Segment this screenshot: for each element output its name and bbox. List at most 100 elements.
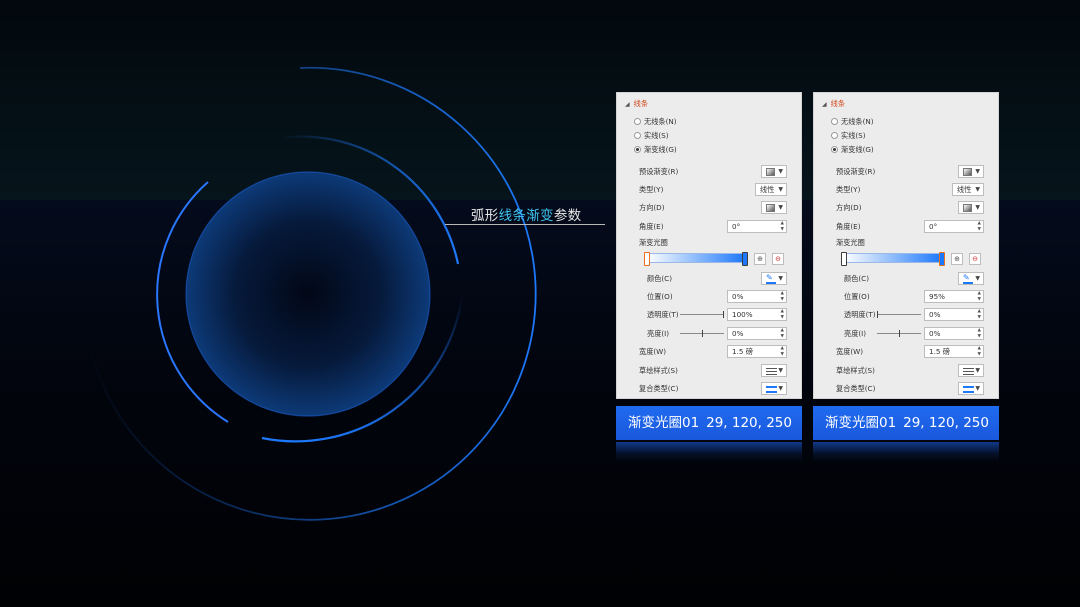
position-spinner[interactable]: 95% ▲ ▼ (924, 290, 984, 303)
spinner-arrows-icon[interactable]: ▲ ▼ (781, 309, 784, 320)
width-row: 宽度(W) 1.5 磅 ▲ ▼ (814, 345, 998, 359)
preset-gradient-dropdown[interactable]: ▼ (958, 165, 984, 178)
chevron-down-icon: ▼ (778, 275, 783, 282)
compound-line-icon (766, 391, 777, 393)
color-tag-1: 渐变光圈01 29, 120, 250 (616, 406, 802, 440)
compound-type-dropdown[interactable]: ▼ (761, 382, 787, 395)
remove-stop-icon[interactable]: ⊖ (772, 253, 784, 265)
direction-swatch-icon (766, 204, 775, 212)
chevron-down-icon: ▼ (778, 168, 783, 175)
brightness-spinner[interactable]: 0% ▲ ▼ (727, 327, 787, 340)
position-row: 位置(O) 95% ▲ ▼ (814, 290, 998, 304)
gradient-stops-bar[interactable] (841, 252, 945, 266)
direction-swatch-icon (963, 204, 972, 212)
chevron-down-icon: ▼ (975, 186, 980, 193)
type-row: 类型(Y) 线性 ▼ (617, 183, 801, 197)
brightness-slider[interactable] (877, 330, 921, 337)
spinner-arrows-icon[interactable]: ▲ ▼ (781, 291, 784, 302)
radio-button[interactable] (634, 118, 641, 125)
chevron-down-icon: ▼ (778, 385, 783, 392)
radio-solid-line[interactable]: 实线(S) (617, 129, 801, 143)
color-tag-2: 渐变光圈01 29, 120, 250 (813, 406, 999, 440)
color-picker-button[interactable]: ✎ ▼ (761, 272, 787, 285)
preset-gradient-dropdown[interactable]: ▼ (761, 165, 787, 178)
direction-dropdown[interactable]: ▼ (958, 201, 984, 214)
collapse-triangle-icon[interactable]: ◢ (822, 101, 827, 108)
radio-gradient-line[interactable]: 渐变线(G) (814, 143, 998, 157)
section-header-line[interactable]: ◢ 线条 (625, 99, 648, 109)
compound-type-row: 复合类型(C) ▼ (814, 382, 998, 396)
gradient-stops-label-row: 渐变光圈 (836, 238, 865, 247)
compound-type-dropdown[interactable]: ▼ (958, 382, 984, 395)
sketch-style-dropdown[interactable]: ▼ (958, 364, 984, 377)
gradient-stop-left[interactable] (841, 252, 847, 266)
chevron-down-icon: ▼ (975, 385, 980, 392)
compound-line-icon (963, 391, 974, 393)
radio-button-selected[interactable] (831, 146, 838, 153)
transparency-spinner[interactable]: 0% ▲ ▼ (924, 308, 984, 321)
add-stop-icon[interactable]: ⊕ (754, 253, 766, 265)
radio-gradient-line[interactable]: 渐变线(G) (617, 143, 801, 157)
chevron-down-icon: ▼ (778, 367, 783, 374)
spinner-arrows-icon[interactable]: ▲ ▼ (781, 221, 784, 232)
preset-gradient-row: 预设渐变(R) ▼ (617, 165, 801, 179)
direction-row: 方向(D) ▼ (814, 201, 998, 215)
gradient-stops-bar[interactable] (644, 252, 748, 266)
color-picker-button[interactable]: ✎ ▼ (958, 272, 984, 285)
gradient-stop-right[interactable] (939, 252, 945, 266)
slider-knob[interactable] (899, 330, 900, 337)
gradient-stop-left[interactable] (644, 252, 650, 266)
position-spinner[interactable]: 0% ▲ ▼ (727, 290, 787, 303)
spinner-arrows-icon[interactable]: ▲ ▼ (978, 309, 981, 320)
chevron-down-icon: ▼ (975, 168, 980, 175)
gradient-stops-row: ⊕ ⊖ (814, 250, 998, 268)
pen-color-icon: ✎ (766, 274, 776, 284)
section-header-line[interactable]: ◢ 线条 (822, 99, 845, 109)
transparency-slider[interactable] (680, 311, 724, 318)
spinner-arrows-icon[interactable]: ▲ ▼ (978, 291, 981, 302)
angle-spinner[interactable]: 0° ▲ ▼ (924, 220, 984, 233)
caption-prefix: 弧形 (471, 208, 499, 224)
angle-row: 角度(E) 0° ▲ ▼ (814, 220, 998, 234)
spinner-arrows-icon[interactable]: ▲ ▼ (978, 328, 981, 339)
radio-no-line[interactable]: 无线条(N) (617, 115, 801, 129)
gradient-swatch-icon (766, 168, 775, 176)
gradient-stop-right[interactable] (742, 252, 748, 266)
spinner-arrows-icon[interactable]: ▲ ▼ (978, 221, 981, 232)
caption-suffix: 参数 (553, 208, 582, 224)
sketch-line-icon (963, 374, 974, 375)
add-stop-icon[interactable]: ⊕ (951, 253, 963, 265)
slider-knob[interactable] (723, 311, 724, 318)
sketch-style-dropdown[interactable]: ▼ (761, 364, 787, 377)
radio-button[interactable] (831, 118, 838, 125)
sketch-line-icon (766, 374, 777, 375)
brightness-slider[interactable] (680, 330, 724, 337)
type-select[interactable]: 线性 ▼ (952, 183, 984, 196)
radio-button[interactable] (831, 132, 838, 139)
brightness-spinner[interactable]: 0% ▲ ▼ (924, 327, 984, 340)
slider-knob[interactable] (702, 330, 703, 337)
spinner-arrows-icon[interactable]: ▲ ▼ (781, 346, 784, 357)
spinner-arrows-icon[interactable]: ▲ ▼ (978, 346, 981, 357)
radio-solid-line[interactable]: 实线(S) (814, 129, 998, 143)
transparency-slider[interactable] (877, 311, 921, 318)
collapse-triangle-icon[interactable]: ◢ (625, 101, 630, 108)
radio-button[interactable] (634, 132, 641, 139)
transparency-spinner[interactable]: 100% ▲ ▼ (727, 308, 787, 321)
chevron-down-icon: ▼ (778, 204, 783, 211)
width-spinner[interactable]: 1.5 磅 ▲ ▼ (727, 345, 787, 358)
direction-dropdown[interactable]: ▼ (761, 201, 787, 214)
remove-stop-icon[interactable]: ⊖ (969, 253, 981, 265)
slider-knob[interactable] (877, 311, 878, 318)
color-row: 颜色(C) ✎ ▼ (814, 272, 998, 286)
radio-button-selected[interactable] (634, 146, 641, 153)
width-spinner[interactable]: 1.5 磅 ▲ ▼ (924, 345, 984, 358)
brightness-row: 亮度(I) 0% ▲ ▼ (814, 327, 998, 341)
spinner-arrows-icon[interactable]: ▲ ▼ (781, 328, 784, 339)
chevron-down-icon: ▼ (975, 367, 980, 374)
radio-no-line[interactable]: 无线条(N) (814, 115, 998, 129)
type-select[interactable]: 线性 ▼ (755, 183, 787, 196)
compound-line-icon (963, 386, 974, 388)
angle-spinner[interactable]: 0° ▲ ▼ (727, 220, 787, 233)
format-panel-2: ◢ 线条 无线条(N) 实线(S) 渐变线(G) 预设渐变(R) ▼ 类型(Y) … (813, 92, 999, 399)
